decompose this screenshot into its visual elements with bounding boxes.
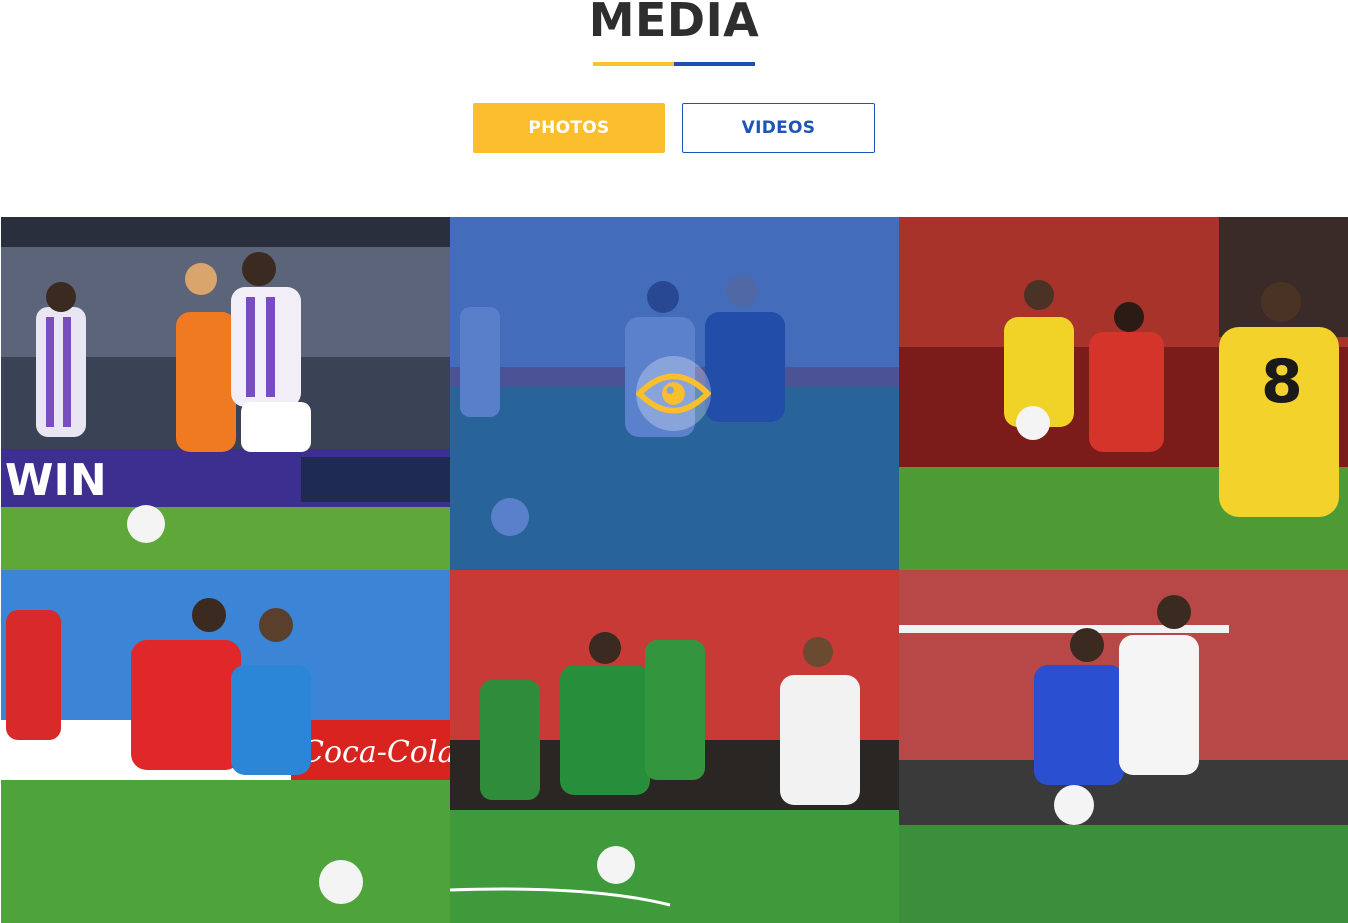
svg-text:8: 8 bbox=[1261, 347, 1303, 417]
photo-6-image bbox=[899, 570, 1348, 923]
page-title: MEDIA bbox=[588, 0, 760, 47]
photo-3-image: 8 bbox=[899, 217, 1348, 570]
photo-4-image: Coca-Cola bbox=[1, 570, 450, 923]
tab-photos[interactable]: PHOTOS bbox=[473, 103, 665, 153]
gallery-photo-2[interactable] bbox=[450, 217, 899, 570]
gallery-photo-4[interactable]: Coca-Cola bbox=[1, 570, 450, 923]
gallery-photo-1[interactable]: WIN bbox=[1, 217, 450, 570]
photo-5-image bbox=[450, 570, 899, 923]
underline-yellow bbox=[593, 62, 674, 66]
svg-text:WIN: WIN bbox=[5, 455, 107, 506]
gallery-photo-5[interactable] bbox=[450, 570, 899, 923]
underline-blue bbox=[674, 62, 755, 66]
gallery-photo-6[interactable] bbox=[899, 570, 1348, 923]
svg-text:Coca-Cola: Coca-Cola bbox=[301, 735, 450, 770]
gallery-photo-3[interactable]: 8 bbox=[899, 217, 1348, 570]
tab-videos[interactable]: VIDEOS bbox=[682, 103, 875, 153]
eye-icon[interactable] bbox=[636, 356, 711, 431]
title-underline bbox=[593, 62, 755, 66]
photo-gallery: WIN 8 Coca-Cola bbox=[1, 217, 1348, 923]
photo-1-image: WIN bbox=[1, 217, 450, 570]
